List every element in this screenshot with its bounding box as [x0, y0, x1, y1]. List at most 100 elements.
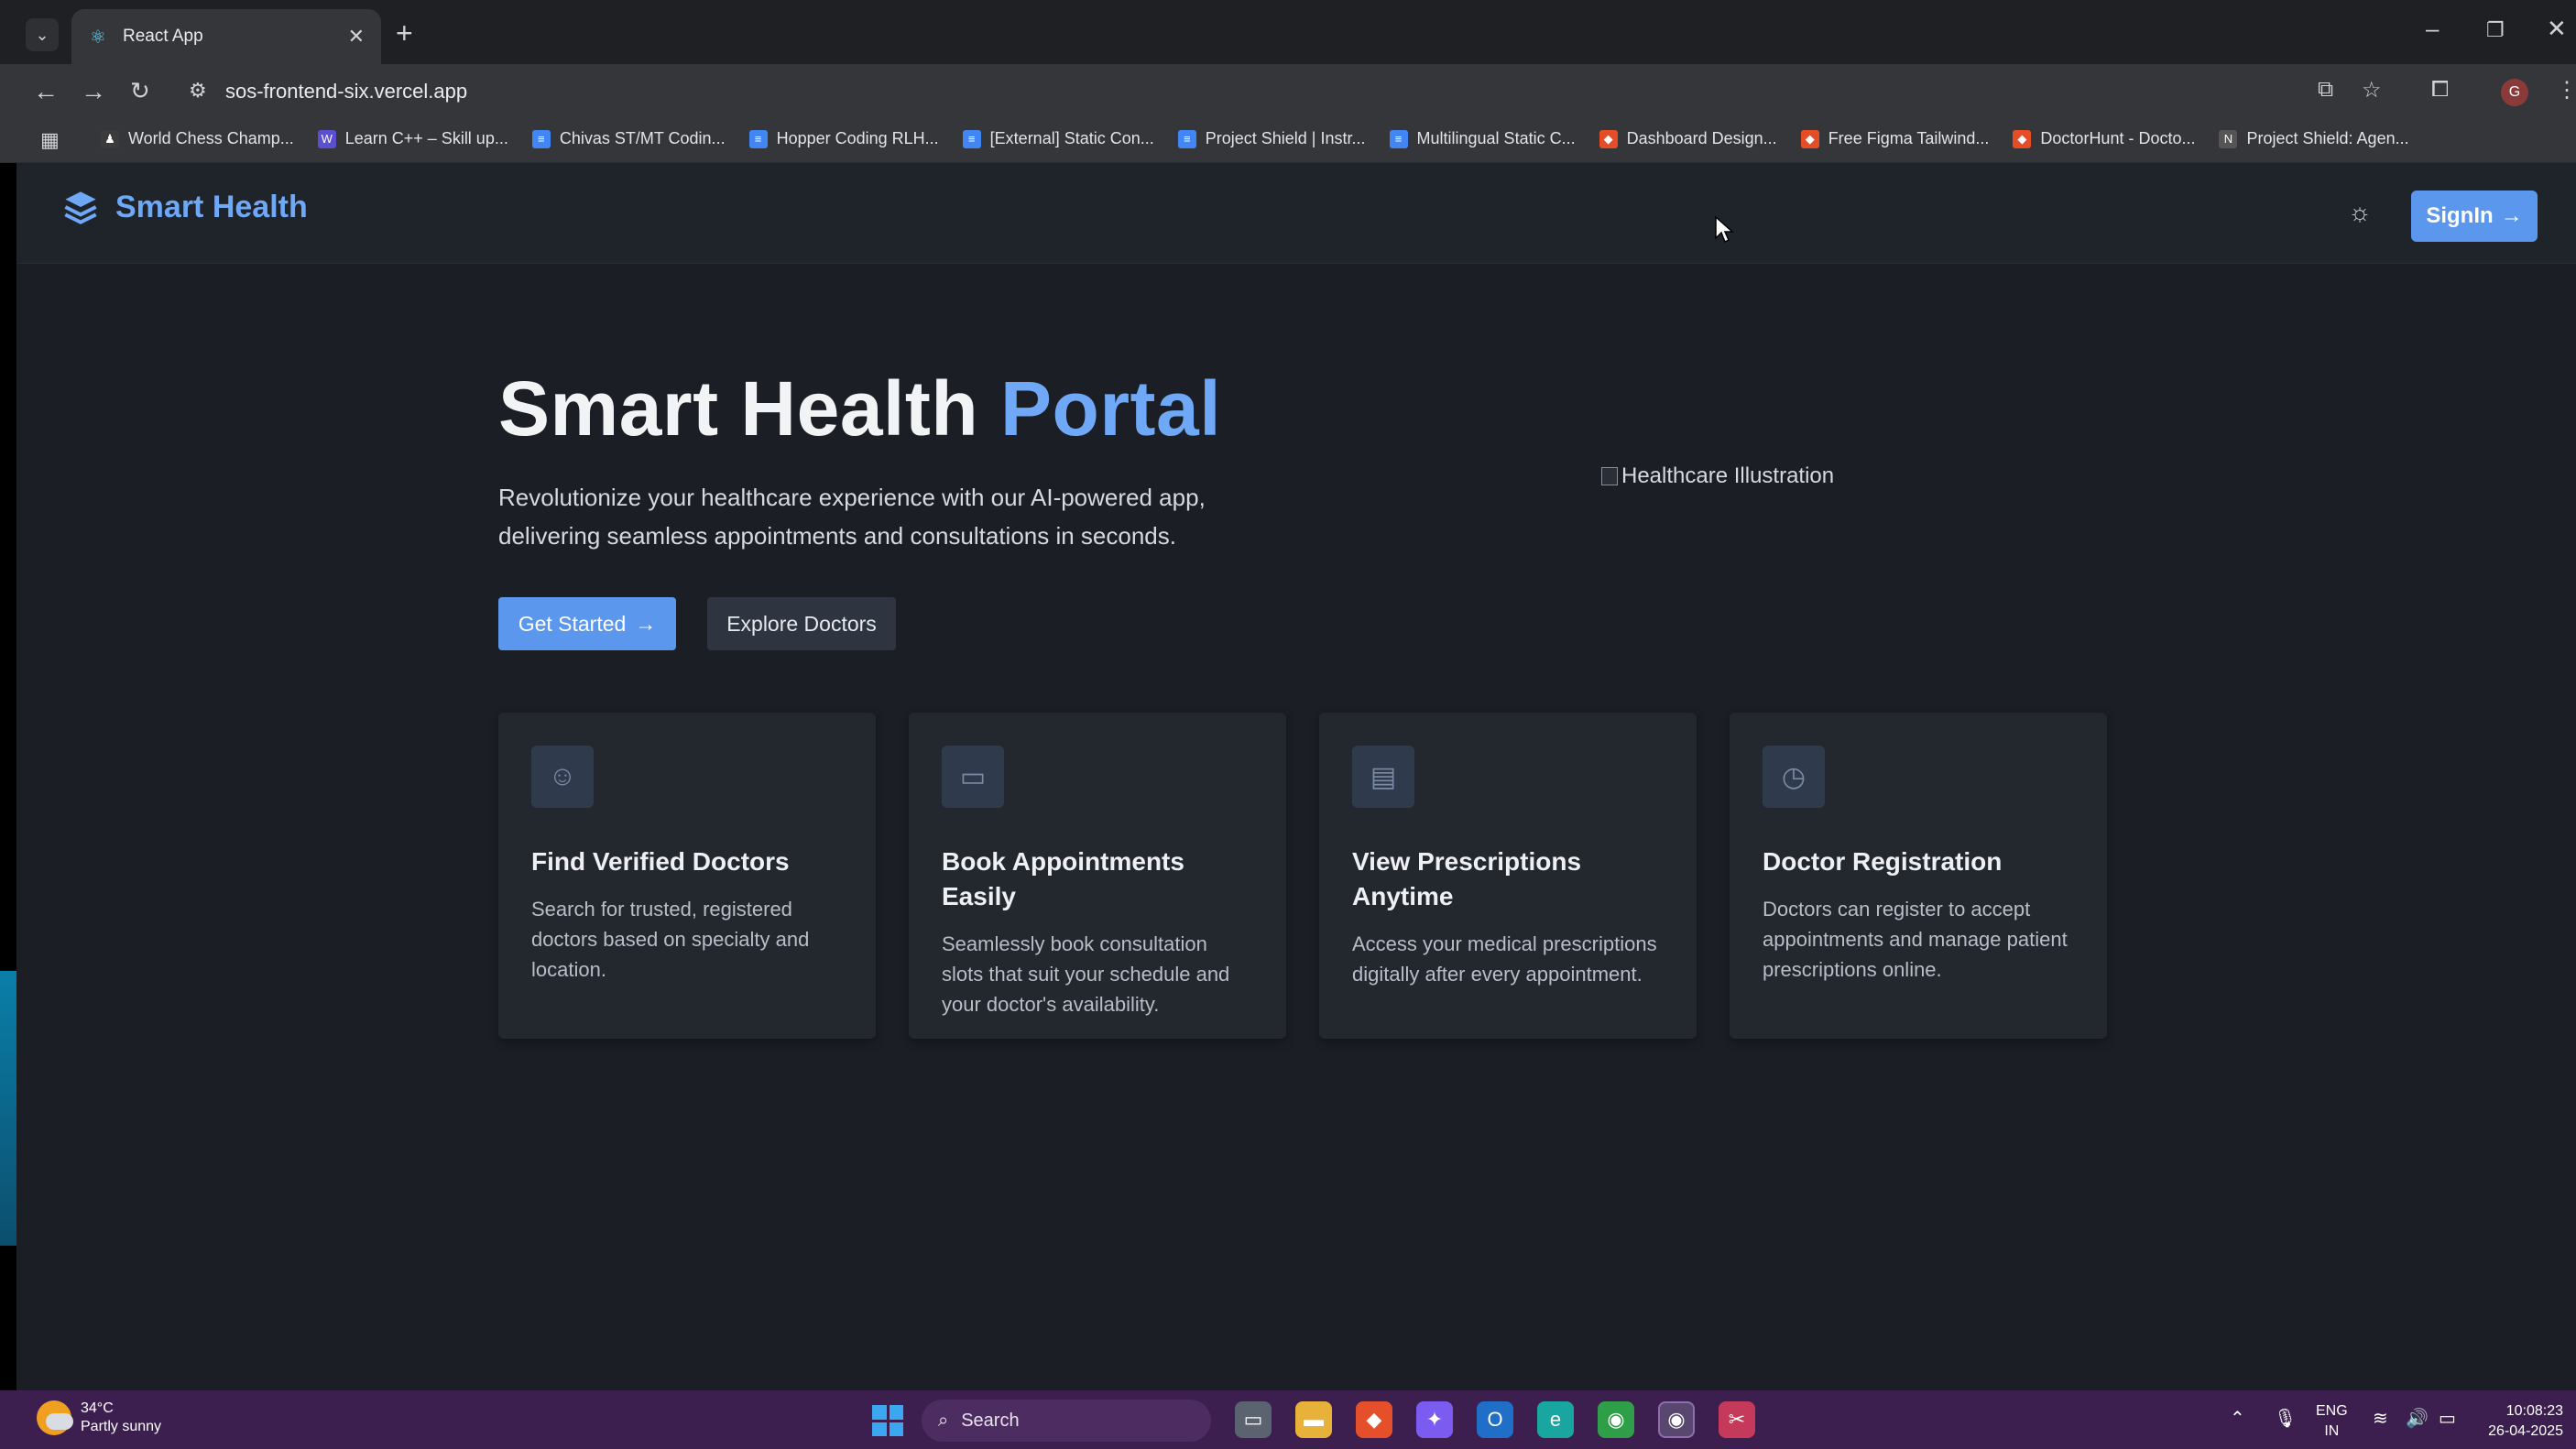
tab-close-icon[interactable]: ✕	[348, 25, 365, 49]
weather-widget[interactable]: 34°C Partly sunny	[37, 1400, 161, 1436]
chrome-browser-icon[interactable]: ◉	[1598, 1401, 1634, 1438]
bookmark-favicon-icon: ◆	[1599, 129, 1618, 148]
outlook-icon[interactable]: O	[1477, 1401, 1513, 1438]
feature-description: Search for trusted, registered doctors b…	[531, 898, 810, 981]
broken-image-icon	[1601, 467, 1618, 485]
bookmark-item[interactable]: ◆ Free Figma Tailwind...	[1800, 129, 1989, 148]
volume-icon[interactable]: 🔊	[2406, 1407, 2429, 1430]
menu-kebab-icon[interactable]: ⋮	[2556, 77, 2576, 104]
install-app-icon[interactable]: ⧉	[2318, 77, 2333, 103]
bookmark-favicon-icon: ◆	[2013, 129, 2032, 148]
weather-desc: Partly sunny	[81, 1419, 162, 1434]
feature-description: Access your medical prescriptions digita…	[1352, 932, 1657, 986]
task-view-icon[interactable]: ▭	[1235, 1401, 1272, 1438]
tab-search-dropdown[interactable]: ⌄	[26, 18, 59, 51]
weather-temp: 34°C	[81, 1400, 114, 1416]
brave-browser-icon[interactable]: ◆	[1356, 1401, 1392, 1438]
bookmark-favicon-icon: ≡	[962, 129, 981, 148]
browser-tab-active[interactable]: ⚛ React App ✕	[71, 9, 381, 64]
tab-title: React App	[123, 27, 203, 46]
bookmark-star-icon[interactable]: ☆	[2362, 77, 2382, 104]
get-started-button[interactable]: Get Started →	[498, 597, 676, 650]
file-explorer-icon[interactable]: ▬	[1295, 1401, 1332, 1438]
brand-logo[interactable]: Smart Health	[62, 189, 308, 225]
feature-card: ▭ Book Appointments Easily Seamlessly book…	[909, 713, 1286, 1039]
bookmark-item[interactable]: ≡ [External] Static Con...	[962, 129, 1154, 148]
minimize-icon[interactable]: –	[2426, 15, 2439, 43]
address-bar[interactable]: sos-frontend-six.vercel.app	[225, 80, 467, 104]
bookmark-favicon-icon: ≡	[531, 129, 551, 148]
site-settings-icon[interactable]: ⚙	[189, 79, 207, 103]
layers-icon	[64, 191, 97, 224]
sun-icon[interactable]: ☼	[2343, 196, 2376, 229]
calendar-icon: ▭	[942, 746, 1004, 808]
tray-chevron-icon[interactable]: ⌃	[2230, 1407, 2245, 1430]
clock-time: 10:08:23	[2505, 1403, 2563, 1419]
battery-icon[interactable]: ▭	[2439, 1407, 2456, 1430]
bookmark-favicon-icon: W	[317, 129, 336, 148]
taskbar-search-label: Search	[961, 1410, 1020, 1431]
explore-doctors-button[interactable]: Explore Doctors	[707, 597, 896, 650]
copilot-icon[interactable]: ✦	[1416, 1401, 1453, 1438]
search-icon: ⌕	[938, 1410, 949, 1431]
document-icon: ▤	[1352, 746, 1414, 808]
signin-label: SignIn	[2426, 203, 2494, 228]
bookmark-favicon-icon: ◆	[1800, 129, 1819, 148]
taskbar-search[interactable]: ⌕ Search	[922, 1400, 1211, 1442]
bookmark-favicon-icon: ≡	[1177, 129, 1196, 148]
bookmark-label: Project Shield: Agen...	[2246, 129, 2409, 147]
hero-title-main: Smart Health	[498, 365, 979, 452]
bookmark-label: Hopper Coding RLH...	[776, 129, 939, 147]
profile-avatar[interactable]: G	[2501, 79, 2528, 106]
bookmark-label: Dashboard Design...	[1626, 129, 1777, 147]
feature-title: Find Verified Doctors	[531, 847, 790, 876]
feature-cards: ☺ Find Verified Doctors Search for trusted…	[498, 713, 2107, 1039]
language-indicator[interactable]: ENG IN	[2316, 1401, 2348, 1442]
new-tab-button[interactable]: +	[396, 16, 413, 50]
partly-sunny-icon	[37, 1400, 73, 1435]
clock-icon: ◷	[1763, 746, 1825, 808]
bookmark-item[interactable]: ≡ Multilingual Static C...	[1389, 129, 1576, 148]
bookmark-item[interactable]: ≡ Hopper Coding RLH...	[748, 129, 939, 148]
feature-title: View Prescriptions Anytime	[1352, 847, 1582, 910]
bookmark-item[interactable]: ◆ DoctorHunt - Docto...	[2013, 129, 2195, 148]
reload-icon[interactable]: ↻	[130, 77, 150, 105]
bookmark-item[interactable]: ◆ Dashboard Design...	[1599, 129, 1777, 148]
hero-title-accent: Portal	[1000, 365, 1222, 452]
bookmark-label: DoctorHunt - Docto...	[2040, 129, 2196, 147]
extensions-icon[interactable]: ⧠	[2431, 77, 2449, 103]
bookmark-item[interactable]: N Project Shield: Agen...	[2219, 129, 2409, 148]
bookmark-item[interactable]: ≡ Project Shield | Instr...	[1177, 129, 1366, 148]
system-clock[interactable]: 10:08:23 26-04-2025	[2484, 1401, 2563, 1442]
bookmark-favicon-icon: ≡	[1389, 129, 1408, 148]
bookmark-label: World Chess Champ...	[128, 129, 294, 147]
window-close-icon[interactable]: ✕	[2547, 15, 2567, 43]
chrome-active-icon[interactable]: ◉	[1658, 1401, 1695, 1438]
back-arrow-icon[interactable]: ←	[33, 77, 59, 106]
bookmark-favicon-icon: ♟	[101, 129, 119, 148]
bookmark-label: [External] Static Con...	[989, 129, 1154, 147]
snipping-tool-icon[interactable]: ✂	[1719, 1401, 1755, 1438]
weather-text: 34°C Partly sunny	[81, 1400, 161, 1436]
feature-card: ▤ View Prescriptions Anytime Access your m…	[1319, 713, 1697, 1039]
feature-card: ◷ Doctor Registration Doctors can register…	[1730, 713, 2107, 1039]
feature-description: Seamlessly book consultation slots that …	[942, 932, 1230, 1016]
signin-button[interactable]: SignIn →	[2411, 191, 2538, 242]
lang-bottom: IN	[2324, 1423, 2340, 1439]
brand-name: Smart Health	[115, 189, 308, 224]
healthcare-illustration: Healthcare Illustration	[1601, 463, 1834, 489]
edge-browser-icon[interactable]: e	[1537, 1401, 1574, 1438]
apps-grid-icon[interactable]: ▦	[40, 128, 60, 152]
browser-tabstrip	[0, 0, 2576, 64]
microphone-icon[interactable]: 🎙	[2274, 1407, 2297, 1430]
windows-start-icon[interactable]	[872, 1405, 903, 1436]
wifi-icon[interactable]: ≋	[2373, 1407, 2388, 1430]
arrow-right-icon: →	[2500, 203, 2523, 228]
restore-icon[interactable]: ❐	[2486, 18, 2505, 42]
forward-arrow-icon[interactable]: →	[81, 77, 106, 106]
bookmark-label: Chivas ST/MT Codin...	[559, 129, 726, 147]
bookmark-item[interactable]: ≡ Chivas ST/MT Codin...	[531, 129, 726, 148]
bookmark-item[interactable]: ♟ World Chess Champ...	[101, 129, 294, 148]
bookmark-label: Project Shield | Instr...	[1205, 129, 1366, 147]
bookmark-item[interactable]: W Learn C++ – Skill up...	[317, 129, 508, 148]
